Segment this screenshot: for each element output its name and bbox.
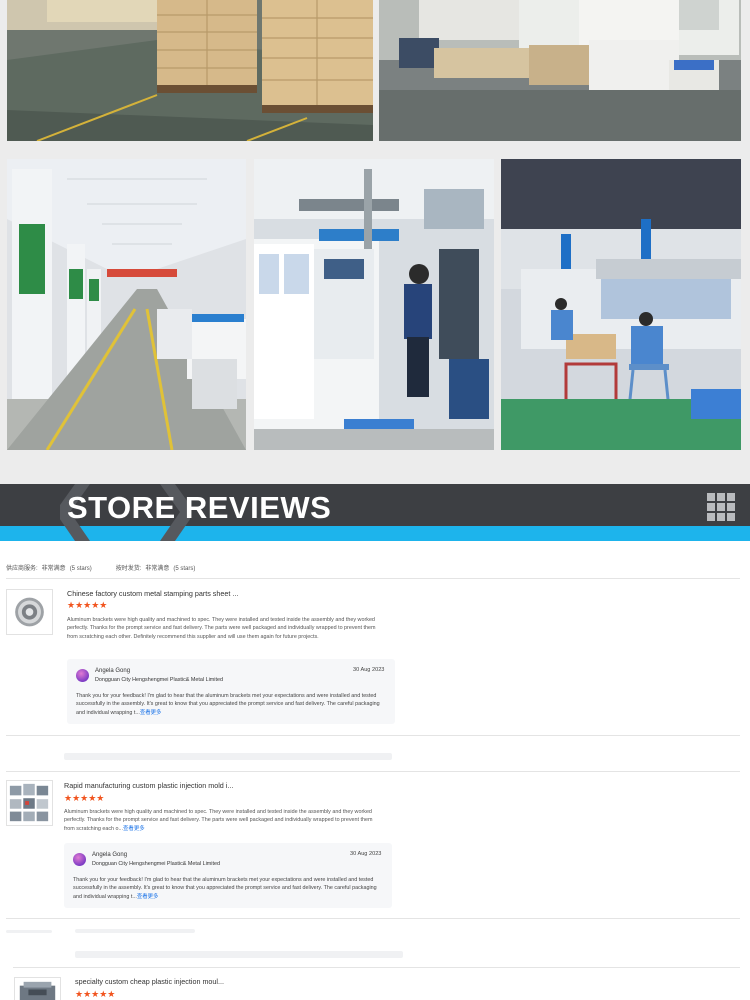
on-time-label: 按时发货: (115, 566, 142, 572)
store-reviews-banner: STORE REVIEWS (0, 484, 750, 541)
divider (6, 578, 740, 579)
divider (6, 735, 740, 736)
warehouse-photo (7, 0, 373, 141)
avatar (73, 853, 86, 866)
review-product-title[interactable]: specialty custom cheap plastic injection… (75, 977, 224, 986)
supplier-service-stars: (5 stars) (69, 566, 92, 572)
loading-placeholder (75, 951, 403, 958)
reply-company: Dongguan City Hengshengmei Plastic& Meta… (95, 677, 223, 683)
ratings-summary: 供应商服务: 非常满意 (5 stars) 按时发货: 非常满意 (5 stars) (6, 563, 199, 572)
divider (6, 918, 740, 919)
view-more-link[interactable]: 查看更多 (137, 894, 159, 900)
factory-corridor-photo (7, 159, 246, 450)
worker-at-machine-photo (254, 159, 494, 450)
review-product-title[interactable]: Rapid manufacturing custom plastic injec… (64, 781, 233, 790)
supplier-service-value: 非常满意 (41, 566, 66, 572)
seller-reply: Angela Gong Dongguan City Hengshengmei P… (64, 843, 392, 908)
reply-text: Thank you for your feedback! I'm glad to… (76, 693, 380, 716)
review-product-title[interactable]: Chinese factory custom metal stamping pa… (67, 589, 238, 598)
loading-placeholder (75, 929, 195, 933)
product-thumbnail[interactable] (6, 589, 53, 635)
workshop-workers-photo (501, 159, 741, 450)
view-more-link[interactable]: 查看更多 (140, 710, 162, 716)
view-more-link[interactable]: 查看更多 (123, 826, 145, 832)
star-rating: ★★★★★ (64, 793, 105, 803)
divider (13, 967, 740, 968)
injection-machine-photo (379, 0, 741, 141)
reply-date: 30 Aug 2023 (350, 851, 382, 857)
avatar (76, 669, 89, 682)
review-text: Aluminum brackets were high quality and … (64, 809, 373, 832)
review-text: Aluminum brackets were high quality and … (67, 617, 376, 640)
on-time-stars: (5 stars) (173, 566, 196, 572)
loading-placeholder (64, 753, 392, 760)
seller-reply: Angela Gong Dongguan City Hengshengmei P… (67, 659, 395, 724)
section-title: STORE REVIEWS (67, 490, 332, 525)
star-rating: ★★★★★ (67, 600, 108, 610)
on-time-value: 非常满意 (145, 566, 170, 572)
product-thumbnail[interactable] (14, 977, 61, 1000)
reply-date: 30 Aug 2023 (353, 667, 385, 673)
product-thumbnail[interactable] (6, 780, 53, 826)
loading-placeholder (6, 930, 52, 933)
divider (6, 771, 740, 772)
supplier-service-label: 供应商服务: (6, 566, 38, 572)
factory-photo-gallery (0, 0, 750, 484)
grid-icon[interactable] (707, 493, 735, 521)
reply-author-name: Angela Gong (95, 668, 131, 674)
reply-author-name: Angela Gong (92, 852, 128, 858)
reply-company: Dongguan City Hengshengmei Plastic& Meta… (92, 861, 220, 867)
reply-text: Thank you for your feedback! I'm glad to… (73, 877, 377, 900)
star-rating: ★★★★★ (75, 989, 116, 999)
